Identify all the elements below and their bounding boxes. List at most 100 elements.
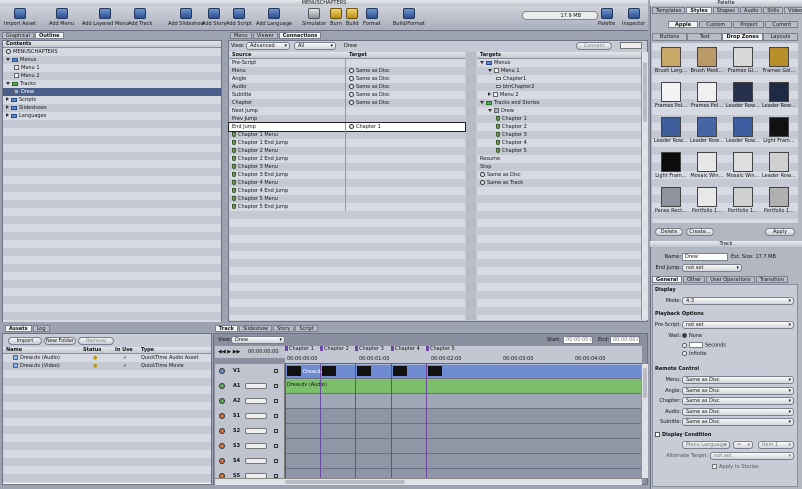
- connection-row[interactable]: Prev Jump: [229, 115, 465, 123]
- import-button[interactable]: Import: [8, 337, 42, 345]
- palette-category-text[interactable]: Text: [687, 33, 723, 41]
- target-item[interactable]: Chapter1: [477, 75, 641, 83]
- audio-clip[interactable]: Drew.dv (Audio): [285, 380, 642, 393]
- palette-tab-styles[interactable]: Styles: [686, 7, 712, 14]
- disclosure-open-icon[interactable]: [6, 82, 10, 85]
- outline-item[interactable]: Slideshows: [3, 104, 221, 112]
- track-enable-toggle[interactable]: [219, 413, 225, 419]
- palette-category-buttons[interactable]: Buttons: [652, 33, 688, 41]
- connection-row[interactable]: Angle Same as Disc: [229, 75, 465, 83]
- palette-thumbnail[interactable]: Leader Row…: [725, 117, 761, 144]
- track-stream-select[interactable]: [245, 458, 267, 464]
- target-item[interactable]: Menu 2: [477, 91, 641, 99]
- target-item[interactable]: Menu 1: [477, 67, 641, 75]
- tab-outline[interactable]: Outline: [34, 32, 64, 39]
- tab-graphical[interactable]: Graphical: [2, 32, 34, 39]
- outline-item[interactable]: Menu 2: [3, 72, 221, 80]
- palette-thumbnail[interactable]: Frames Gol…: [761, 47, 797, 74]
- tab-viewer[interactable]: Viewer: [252, 32, 278, 39]
- lock-icon[interactable]: [274, 459, 278, 463]
- tab-story[interactable]: Story: [273, 325, 295, 332]
- lock-icon[interactable]: [274, 429, 278, 433]
- target-item[interactable]: Drew: [477, 107, 641, 115]
- asset-row[interactable]: Drew.dv (Video) ● ✓ QuickTime Movie: [3, 362, 211, 370]
- target-item[interactable]: Chapter 5: [477, 147, 641, 155]
- timeline-hscroll[interactable]: [215, 478, 642, 485]
- palette-subtab-project[interactable]: Project: [733, 21, 765, 28]
- palette-thumbnail[interactable]: Panes Rect…: [653, 187, 689, 214]
- disclosure-closed-icon[interactable]: [6, 113, 9, 117]
- timeline-ruler[interactable]: 00:00:00:00 00:00:01:00 00:00:02:00 00:00:0…: [285, 346, 642, 364]
- tab-assets[interactable]: Assets: [5, 325, 32, 332]
- palette-thumbnail[interactable]: Portfolio 1…: [725, 187, 761, 214]
- chapter-marker[interactable]: Chapter 4: [391, 346, 420, 352]
- palette-thumbnail[interactable]: Light Fram…: [653, 152, 689, 179]
- inspector-tab-transition[interactable]: Transition: [755, 276, 788, 283]
- palette-thumbnail[interactable]: Leader Row…: [653, 117, 689, 144]
- tab-track[interactable]: Track: [215, 325, 238, 332]
- connection-row[interactable]: Next Jump: [229, 107, 465, 115]
- palette-subtab-custom[interactable]: Custom: [699, 21, 733, 28]
- track-stream-select[interactable]: [245, 383, 267, 389]
- target-item[interactable]: Same as Track: [477, 179, 641, 187]
- end-field[interactable]: 00:00:00:00: [610, 336, 640, 344]
- add-slideshow-button[interactable]: Add Slideshow: [168, 8, 204, 27]
- disclosure-closed-icon[interactable]: [6, 97, 9, 101]
- palette-thumbnail[interactable]: Frames Gl…: [725, 47, 761, 74]
- chapter-marker[interactable]: Chapter 2: [320, 346, 349, 352]
- connection-row[interactable]: Chapter 5 Menu: [229, 195, 465, 203]
- palette-thumbnail[interactable]: Portfolio 1…: [761, 187, 797, 214]
- outline-item[interactable]: Tracks: [3, 80, 221, 88]
- asset-row[interactable]: Drew.dv (Audio) ● ✓ QuickTime Audio Asset: [3, 354, 211, 362]
- disclosure-open-icon[interactable]: [480, 61, 484, 64]
- inspector-tab-other[interactable]: Other: [683, 276, 706, 283]
- target-item[interactable]: Tracks and Stories: [477, 99, 641, 107]
- connection-row[interactable]: Chapter 3 End Jump: [229, 171, 465, 179]
- palette-thumbnail[interactable]: Mosaic Win…: [725, 152, 761, 179]
- target-item[interactable]: Chapter 4: [477, 139, 641, 147]
- target-item[interactable]: btnChapter2: [477, 83, 641, 91]
- wait-seconds-option[interactable]: Seconds: [682, 342, 726, 349]
- target-item[interactable]: Chapter 2: [477, 123, 641, 131]
- track-enable-toggle[interactable]: [219, 383, 225, 389]
- connection-row[interactable]: End Jump Chapter 1: [228, 122, 466, 132]
- connection-row[interactable]: Chapter Same as Disc: [229, 99, 465, 107]
- outline-item[interactable]: Drew: [3, 88, 221, 96]
- track-enable-toggle[interactable]: [219, 428, 225, 434]
- splitter[interactable]: [466, 52, 476, 320]
- palette-thumbnail[interactable]: Mosaic Win…: [689, 152, 725, 179]
- remote-select[interactable]: Same as Disc: [682, 376, 794, 384]
- track-stream-select[interactable]: [245, 398, 267, 404]
- target-item[interactable]: Menus: [477, 59, 641, 67]
- lock-icon[interactable]: [274, 384, 278, 388]
- palette-thumbnail[interactable]: Brush Larg…: [653, 47, 689, 74]
- timeline-view-select[interactable]: Drew: [231, 336, 285, 344]
- disclosure-open-icon[interactable]: [6, 58, 10, 61]
- disclosure-closed-icon[interactable]: [488, 92, 491, 96]
- tab-menu[interactable]: Menu: [230, 32, 252, 39]
- chapter-marker[interactable]: Chapter 5: [426, 346, 455, 352]
- disclosure-open-icon[interactable]: [480, 101, 484, 104]
- add-story-button[interactable]: Add Story: [202, 8, 226, 27]
- connection-row[interactable]: Chapter 1 End Jump: [229, 139, 465, 147]
- add-language-button[interactable]: Add Language: [256, 8, 292, 27]
- track-enable-toggle[interactable]: [219, 368, 225, 374]
- add-layered-menu-button[interactable]: Add Layered Menu: [82, 8, 129, 27]
- palette-subtab-current[interactable]: Current: [765, 21, 799, 28]
- lock-icon[interactable]: [274, 444, 278, 448]
- condition-operator-select[interactable]: =: [733, 441, 753, 449]
- disclosure-open-icon[interactable]: [488, 109, 492, 112]
- tab-slideshow[interactable]: Slideshow: [239, 325, 273, 332]
- disclosure-closed-icon[interactable]: [6, 105, 9, 109]
- palette-thumbnail[interactable]: Leader Row…: [761, 152, 797, 179]
- connection-row[interactable]: Subtitle Same as Disc: [229, 91, 465, 99]
- view-mode-select[interactable]: Advanced: [246, 42, 290, 50]
- import-asset-button[interactable]: Import Asset: [4, 8, 36, 27]
- palette-thumbnail[interactable]: Leader Row…: [725, 82, 761, 109]
- new-folder-button[interactable]: New Folder: [44, 337, 76, 345]
- display-condition-checkbox[interactable]: [655, 432, 660, 437]
- palette-thumbnail[interactable]: Portfolio 1…: [689, 187, 725, 214]
- start-field[interactable]: 00:00:00:00: [563, 336, 593, 344]
- palette-thumbnail[interactable]: Leader Row…: [761, 82, 797, 109]
- target-item[interactable]: Resume: [477, 155, 641, 163]
